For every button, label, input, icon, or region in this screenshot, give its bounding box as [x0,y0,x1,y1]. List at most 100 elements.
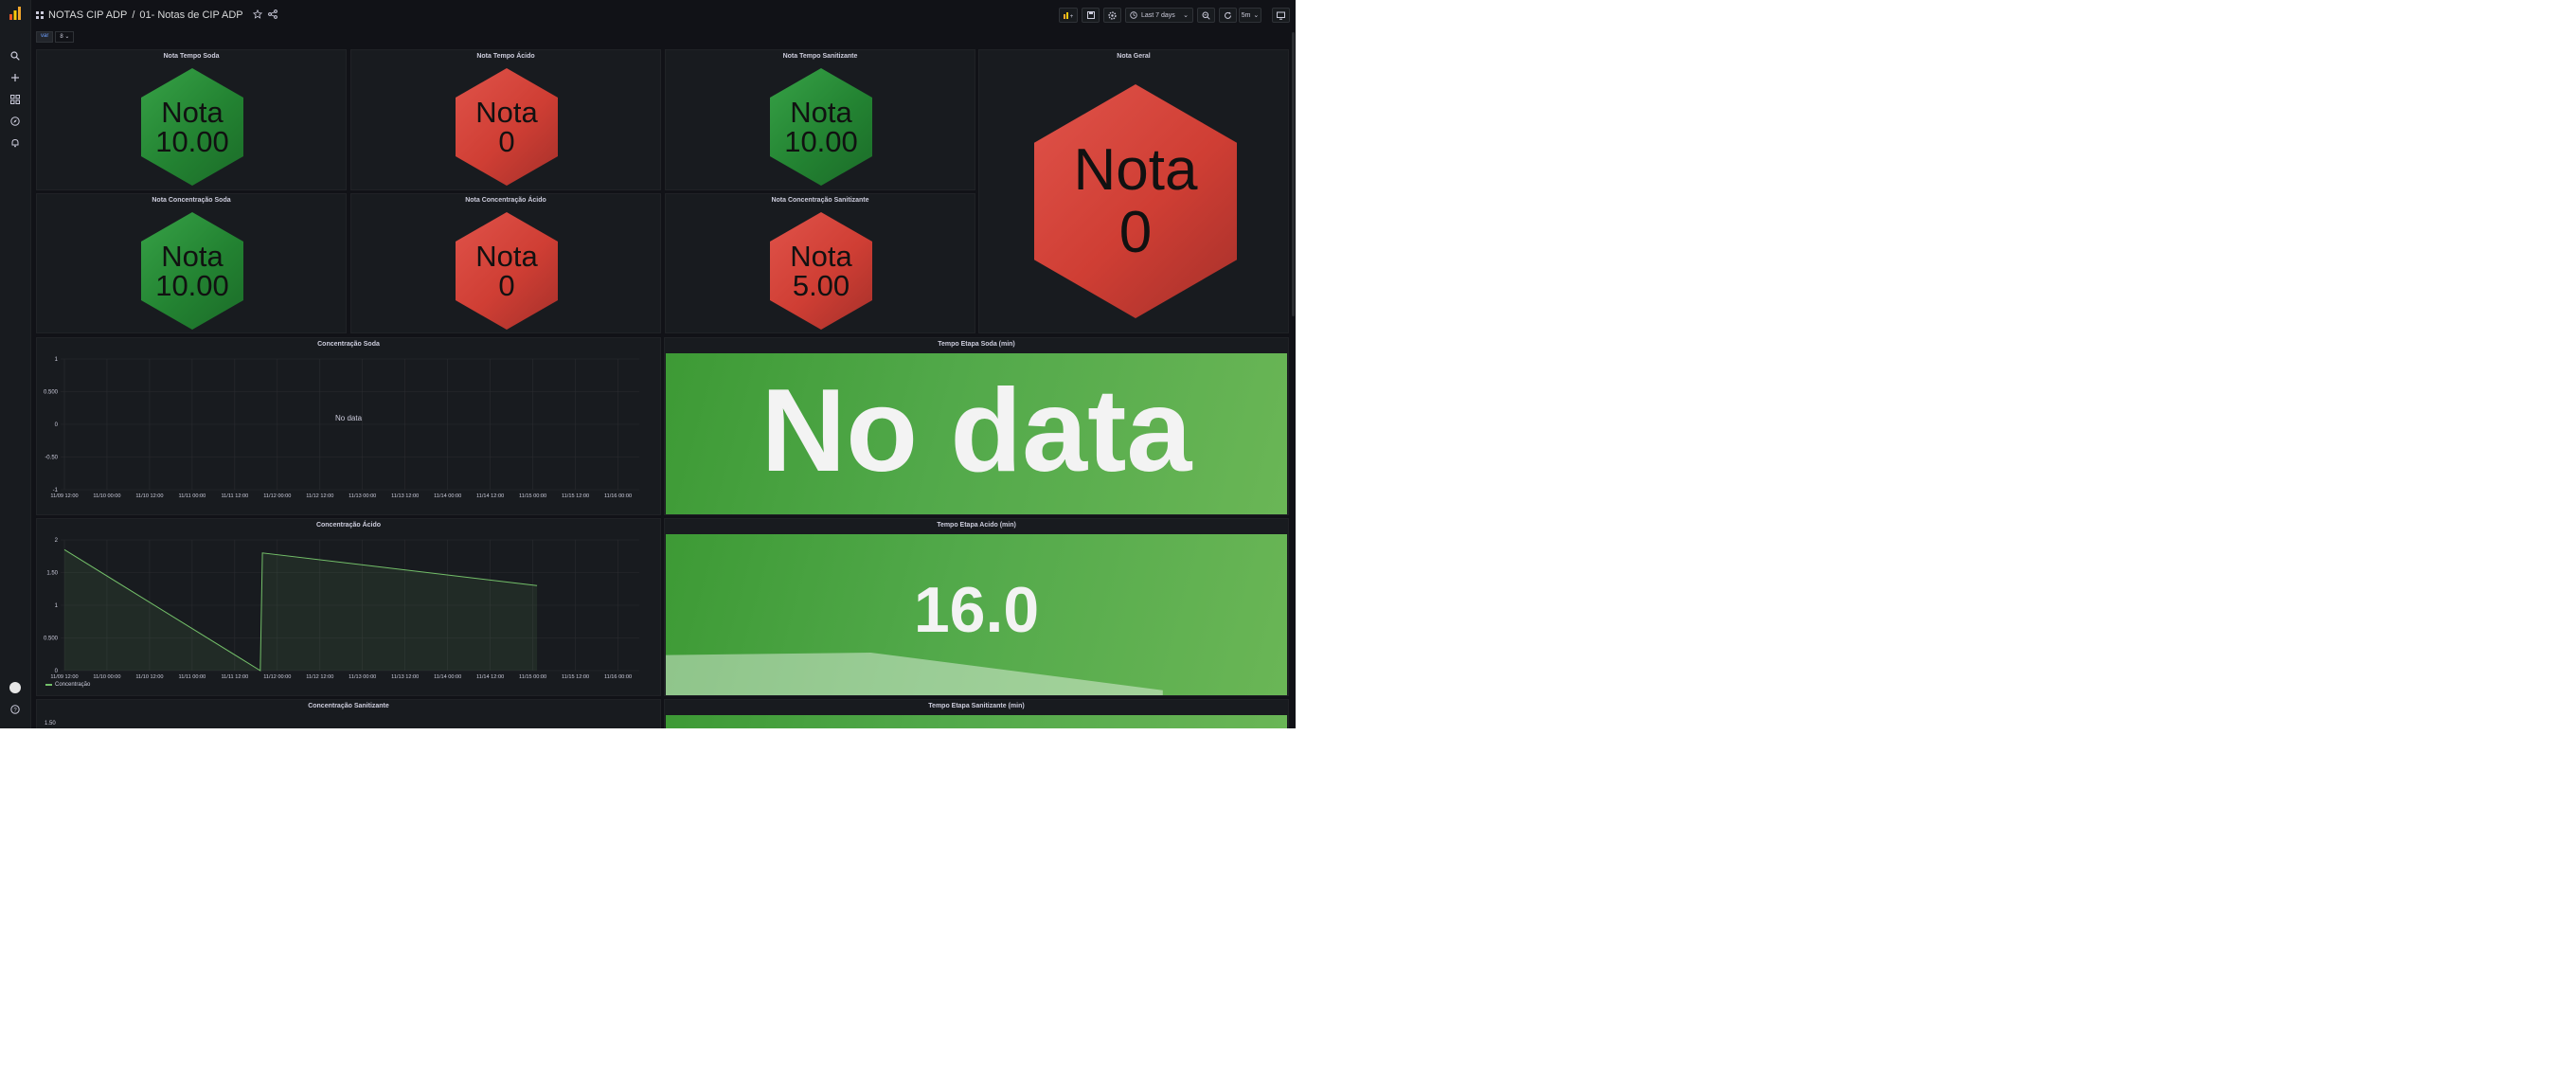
y-axis-tick: 1 [55,357,59,363]
dashboards-icon[interactable] [8,92,23,107]
y-axis-tick: 1.50 [46,571,58,577]
honeycomb-hexagon: Nota 10.00 [141,212,243,330]
hex-value: 5.00 [792,269,850,302]
save-dashboard-button[interactable] [1082,8,1100,23]
grafana-logo-icon[interactable] [8,6,23,21]
clock-icon [1130,11,1137,19]
refresh-interval-picker[interactable]: 5m ⌄ [1239,8,1261,23]
panel-title: Nota Concentração Soda [152,197,231,204]
panel-concentracao-acido[interactable]: Concentração Ácido 2 1.50 1 0.500 0 11/09 12:… [36,518,661,696]
x-axis-tick: 11/12 12:00 [306,493,333,499]
chevron-down-icon: ⌄ [1183,12,1189,19]
breadcrumb-folder[interactable]: NOTAS CIP ADP [48,9,127,21]
panel-nota-tempo-sanitizante[interactable]: Nota Tempo Sanitizante Nota 10.00 [665,49,975,190]
hex-prefix: Nota [475,96,538,129]
tv-mode-button[interactable] [1272,8,1290,23]
panel-title: Nota Tempo Ácido [476,53,535,60]
hex-value: 10.00 [155,269,229,302]
honeycomb-hexagon: Nota 0 [456,212,558,330]
hex-prefix: Nota [1073,136,1198,203]
breadcrumb-separator: / [132,9,135,21]
grafana-app: ? NOTAS CIP ADP / 01- Notas de CIP ADP +… [0,0,1296,728]
sidebar: ? [0,0,31,728]
hex-prefix: Nota [161,240,224,273]
page-scrollbar[interactable] [1292,32,1295,316]
x-axis-tick: 11/11 00:00 [179,674,206,680]
panel-nota-tempo-soda[interactable]: Nota Tempo Soda Nota 10.00 [36,49,347,190]
alerting-bell-icon[interactable] [8,135,23,151]
x-axis-tick: 11/13 12:00 [391,493,419,499]
x-axis-tick: 11/13 00:00 [349,674,376,680]
chevron-down-icon: ⌄ [1253,12,1260,19]
svg-text:+: + [1070,14,1074,20]
panel-tempo-etapa-soda[interactable]: Tempo Etapa Soda (min) No data [664,337,1289,515]
y-axis-tick: 1 [55,603,59,609]
panel-title: Tempo Etapa Acido (min) [937,522,1016,529]
hex-value: 0 [498,269,515,302]
variable-label: var [36,31,54,43]
explore-compass-icon[interactable] [8,114,23,129]
panel-nota-concentracao-soda[interactable]: Nota Concentração Soda Nota 10.00 [36,193,347,333]
stat-background [666,715,1287,728]
breadcrumb-dashboard-title[interactable]: 01- Notas de CIP ADP [139,9,242,21]
honeycomb-hexagon: Nota 0 [456,68,558,186]
x-axis-tick: 11/15 00:00 [519,493,546,499]
series-area [64,549,538,671]
hex-value: 0 [1118,199,1153,265]
refresh-button[interactable] [1219,8,1237,23]
refresh-interval-label: 5m [1241,11,1251,19]
y-axis-tick: 0 [55,422,59,428]
honeycomb-hexagon: Nota 10.00 [770,68,872,186]
user-avatar[interactable] [8,680,23,695]
x-axis-tick: 11/16 00:00 [604,493,632,499]
dashboards-grid-icon[interactable] [36,7,44,24]
top-navbar: NOTAS CIP ADP / 01- Notas de CIP ADP + L… [30,0,1296,30]
x-axis-tick: 11/14 12:00 [476,493,504,499]
help-icon[interactable]: ? [8,702,23,717]
panel-nota-tempo-acido[interactable]: Nota Tempo Ácido Nota 0 [350,49,661,190]
x-axis-tick: 11/11 00:00 [179,493,206,499]
panel-title: Nota Tempo Sanitizante [782,53,858,60]
search-icon[interactable] [8,48,23,63]
x-axis-tick: 11/09 12:00 [50,493,78,499]
hex-value: 0 [498,125,515,158]
dashboard-settings-button[interactable] [1103,8,1121,23]
monitor-icon [1277,11,1285,20]
stat-value: No data [760,366,1192,496]
x-axis-tick: 11/10 00:00 [93,674,120,680]
share-icon[interactable] [267,7,277,24]
stat-background: 16.0 [666,534,1287,695]
panel-tempo-etapa-sanitizante[interactable]: Tempo Etapa Sanitizante (min) [664,699,1289,728]
panel-title: Tempo Etapa Sanitizante (min) [928,703,1025,709]
sparkline-fill [666,653,1163,695]
add-panel-button[interactable]: + [1059,8,1078,23]
x-axis-tick: 11/13 12:00 [391,674,419,680]
x-axis-tick: 11/16 00:00 [604,674,632,680]
panel-nota-concentracao-acido[interactable]: Nota Concentração Ácido Nota 0 [350,193,661,333]
concentracao-soda-chart: 10.5000-0.50-111/09 12:00 11/10 00:00 11/1… [44,357,639,499]
panel-nota-geral[interactable]: Nota Geral Nota 0 [978,49,1289,333]
x-axis-tick: 11/15 12:00 [562,493,589,499]
panel-title: Concentração Sanitizante [308,703,389,709]
y-axis-tick: 1.50 [45,721,56,726]
panel-nota-concentracao-sanitizante[interactable]: Nota Concentração Sanitizante Nota 5.00 [665,193,975,333]
panel-tempo-etapa-acido[interactable]: Tempo Etapa Acido (min) 16.0 [664,518,1289,696]
honeycomb-hexagon: Nota 10.00 [141,68,243,186]
legend-color-swatch [45,684,52,686]
time-range-label: Last 7 days [1141,11,1175,19]
chart-legend[interactable]: Concentração [45,682,90,688]
plus-icon[interactable] [8,70,23,85]
zoom-out-button[interactable] [1197,8,1215,23]
variable-select[interactable]: 8 ⌄ [55,31,75,43]
x-axis-tick: 11/10 12:00 [135,493,163,499]
panel-concentracao-soda[interactable]: Concentração Soda 1 0.500 0 -0.50 -1 11/09 12… [36,337,661,515]
time-range-picker[interactable]: Last 7 days ⌄ [1125,8,1193,23]
zoom-out-icon [1202,11,1210,20]
y-axis-tick: 2 [55,538,59,544]
variables-bar: var 8 ⌄ [36,31,75,43]
hex-prefix: Nota [790,240,852,273]
panel-concentracao-sanitizante[interactable]: Concentração Sanitizante 1.50 [36,699,661,728]
star-icon[interactable] [252,7,262,24]
x-axis-tick: 11/14 00:00 [434,493,461,499]
stat-background: No data [666,353,1287,514]
